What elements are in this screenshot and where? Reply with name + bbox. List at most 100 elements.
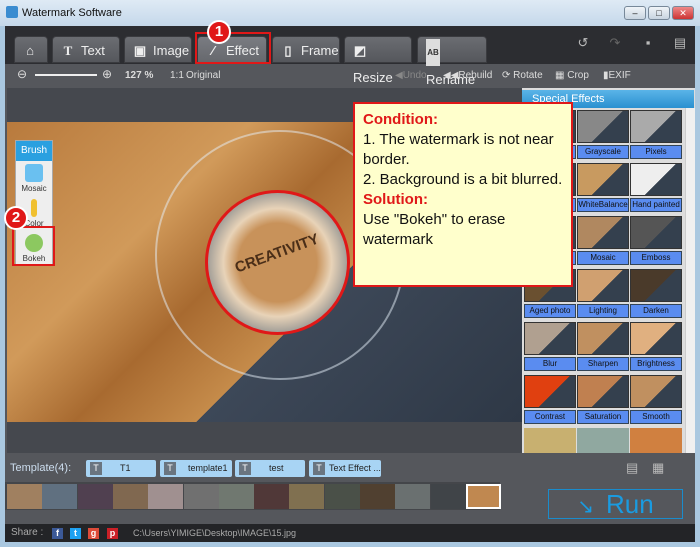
effect-highlight xyxy=(195,32,271,64)
tab-frame[interactable]: ▯ Frame xyxy=(272,36,340,63)
image-thumbnail[interactable] xyxy=(430,484,466,509)
effect-item[interactable]: Grayscale xyxy=(577,110,629,162)
template-item[interactable]: Ttest xyxy=(235,460,305,477)
image-thumbnail[interactable] xyxy=(77,484,113,509)
image-thumbnail[interactable] xyxy=(289,484,325,509)
image-thumbnail[interactable] xyxy=(218,484,254,509)
image-thumbnail[interactable] xyxy=(254,484,290,509)
effect-item[interactable]: Brightness xyxy=(630,322,682,374)
minimize-button[interactable]: – xyxy=(624,6,646,20)
effect-thumbnail xyxy=(577,216,629,249)
effect-label: Lighting xyxy=(577,304,629,318)
image-thumbnail[interactable] xyxy=(465,484,501,509)
effect-item[interactable]: Contrast xyxy=(524,375,576,427)
template-item[interactable]: T T1 xyxy=(86,460,156,477)
effect-thumbnail xyxy=(630,375,682,408)
effect-item[interactable] xyxy=(630,428,682,453)
image-thumbnail[interactable] xyxy=(148,484,184,509)
undo-button[interactable]: ◀Undo xyxy=(395,70,427,81)
effect-item[interactable]: Mosaic xyxy=(577,216,629,268)
effect-thumbnail xyxy=(577,269,629,302)
share-label: Share : xyxy=(11,527,44,538)
home-icon: ⌂ xyxy=(26,43,34,58)
facebook-icon[interactable]: f xyxy=(52,528,63,539)
effect-item[interactable]: Darken xyxy=(630,269,682,321)
effect-item[interactable]: Blur xyxy=(524,322,576,374)
exif-button[interactable]: ▮EXIF xyxy=(603,70,631,81)
effect-item[interactable]: Pixels xyxy=(630,110,682,162)
template-item[interactable]: Ttemplate1 xyxy=(160,460,232,477)
instruction-callout: Condition: 1. The watermark is not near … xyxy=(353,102,573,287)
maximize-button[interactable]: □ xyxy=(648,6,670,20)
effect-label: Smooth xyxy=(630,410,682,424)
effect-thumbnail xyxy=(577,375,629,408)
effect-item[interactable]: Saturation xyxy=(577,375,629,427)
resize-icon: ◩ xyxy=(353,43,367,58)
pinterest-icon[interactable]: p xyxy=(107,528,118,539)
original-icon[interactable]: 1:1 xyxy=(170,70,184,81)
crop-button[interactable]: ▦ Crop xyxy=(555,70,589,81)
image-thumbnail[interactable] xyxy=(183,484,219,509)
step-badge-2: 2 xyxy=(4,206,28,230)
effect-item[interactable] xyxy=(577,428,629,453)
zoom-in-icon[interactable]: ⊕ xyxy=(102,67,112,81)
bokeh-highlight xyxy=(12,226,55,266)
run-button[interactable]: ↘ Run xyxy=(548,489,683,519)
effect-label: Sharpen xyxy=(577,357,629,371)
image-thumbnail[interactable] xyxy=(112,484,148,509)
close-button[interactable]: ✕ xyxy=(672,6,694,20)
effect-label: Grayscale xyxy=(577,145,629,159)
manage-template-icon[interactable]: ▦ xyxy=(652,460,664,476)
file-path: C:\Users\YIMIGE\Desktop\IMAGE\15.jpg xyxy=(133,528,297,538)
effect-thumbnail xyxy=(630,110,682,143)
effect-item[interactable]: Hand painted xyxy=(630,163,682,215)
image-thumbnail[interactable] xyxy=(7,484,42,509)
rotate-button[interactable]: ⟳ Rotate xyxy=(502,70,543,81)
register-icon[interactable]: ▤ xyxy=(665,28,695,58)
original-button[interactable]: Original xyxy=(186,70,220,81)
redo-icon[interactable]: ↷ xyxy=(600,28,630,58)
zoom-level: 127 % xyxy=(125,70,154,81)
effect-thumbnail xyxy=(630,216,682,249)
image-thumbnail[interactable] xyxy=(360,484,395,509)
brush-title: Brush xyxy=(16,141,52,161)
effect-thumbnail xyxy=(577,110,629,143)
tab-rename[interactable]: ABRename xyxy=(417,36,487,87)
undo-history-icon[interactable]: ↺ xyxy=(568,28,598,58)
text-template-icon: T xyxy=(90,462,102,475)
effect-item[interactable]: WhiteBalance xyxy=(577,163,629,215)
zoom-slider[interactable] xyxy=(35,74,97,76)
chat-icon[interactable]: ▪ xyxy=(633,28,663,58)
effect-item[interactable]: Emboss xyxy=(630,216,682,268)
effect-thumbnail xyxy=(577,163,629,196)
effect-item[interactable] xyxy=(524,428,576,453)
effect-item[interactable]: Sharpen xyxy=(577,322,629,374)
tab-text[interactable]: T Text xyxy=(52,36,120,63)
image-thumbnail[interactable] xyxy=(42,484,78,509)
brush-mosaic[interactable]: Mosaic xyxy=(16,161,52,196)
rename-icon: AB xyxy=(426,39,440,66)
text-template-icon: T xyxy=(239,462,251,475)
tab-image[interactable]: ▣ Image xyxy=(124,36,192,63)
image-thumbnail[interactable] xyxy=(395,484,431,509)
effect-item[interactable]: Lighting xyxy=(577,269,629,321)
effect-label: Mosaic xyxy=(577,251,629,265)
twitter-icon[interactable]: t xyxy=(70,528,81,539)
image-thumbnail[interactable] xyxy=(324,484,360,509)
mosaic-icon xyxy=(25,164,43,182)
effect-label: Darken xyxy=(630,304,682,318)
zoom-out-icon[interactable]: ⊖ xyxy=(17,67,27,81)
effects-scrollbar[interactable] xyxy=(685,108,695,453)
effect-label: Brightness xyxy=(630,357,682,371)
effect-label: Emboss xyxy=(630,251,682,265)
template-item[interactable]: T Text Effect ... xyxy=(309,460,381,477)
effect-item[interactable]: Smooth xyxy=(630,375,682,427)
rebuild-button[interactable]: ◀◀Rebuild xyxy=(443,70,492,81)
effect-label: Hand painted xyxy=(630,198,682,212)
tab-home[interactable]: ⌂ xyxy=(14,36,48,63)
title-bar: Watermark Software – □ ✕ xyxy=(0,0,700,26)
save-template-icon[interactable]: ▤ xyxy=(626,460,638,476)
effect-label: Aged photo xyxy=(524,304,576,318)
googleplus-icon[interactable]: g xyxy=(88,528,99,539)
tab-resize[interactable]: ◩Resize xyxy=(344,36,412,85)
